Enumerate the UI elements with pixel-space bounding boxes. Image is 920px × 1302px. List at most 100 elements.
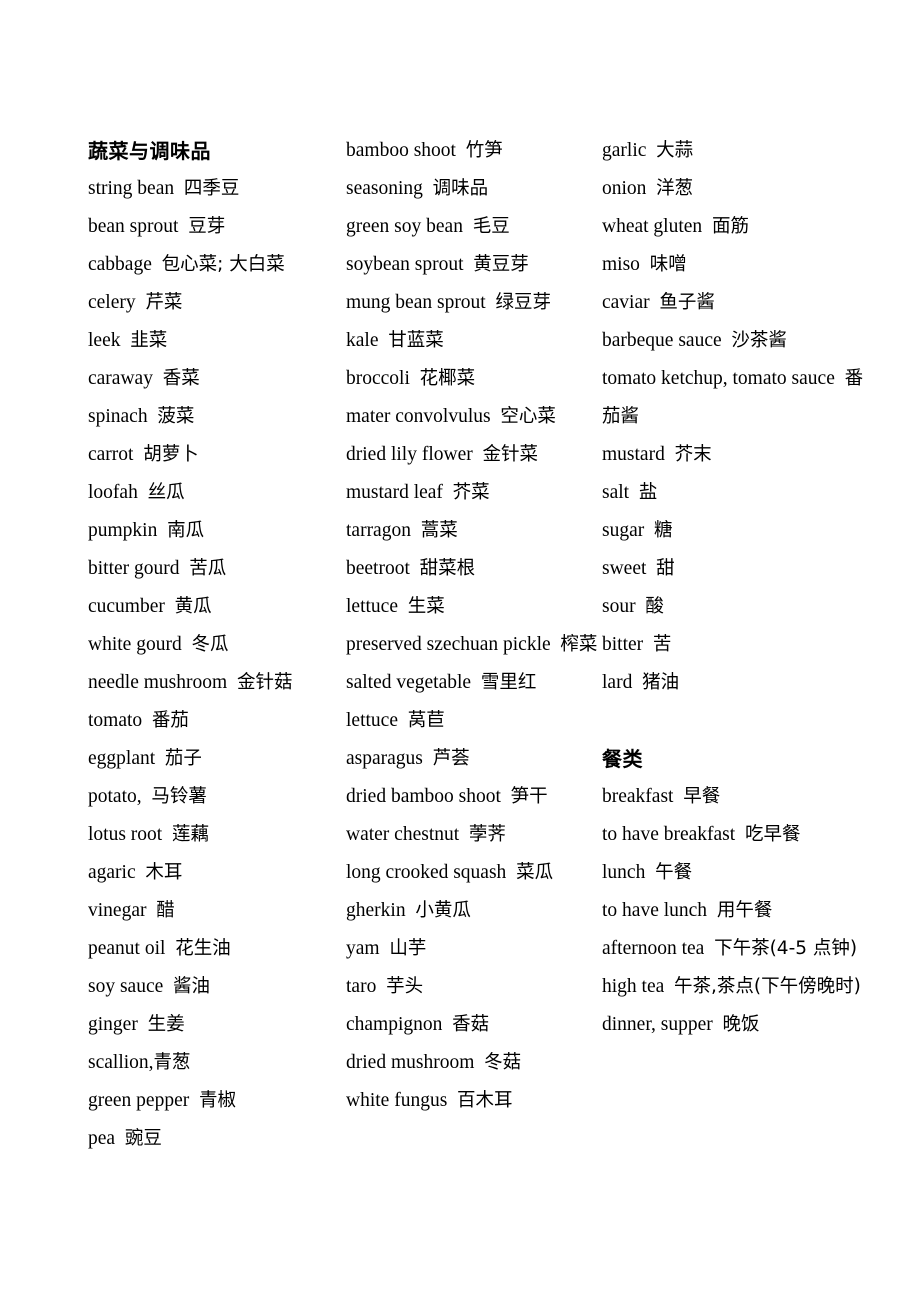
glossary-entry: dried bamboo shoot 笋干 bbox=[346, 778, 602, 816]
glossary-entry: carrot 胡萝卜 bbox=[88, 436, 346, 474]
glossary-entry: spinach 菠菜 bbox=[88, 398, 346, 436]
glossary-entry: lard 猪油 bbox=[602, 664, 868, 702]
glossary-entry: eggplant 茄子 bbox=[88, 740, 346, 778]
entry-term-english: soybean sprout bbox=[346, 254, 464, 275]
entry-term-chinese: 南瓜 bbox=[167, 520, 205, 541]
glossary-entry: scallion,青葱 bbox=[88, 1044, 346, 1082]
entry-term-chinese: 酸 bbox=[645, 596, 664, 617]
glossary-entry: caviar 鱼子酱 bbox=[602, 284, 868, 322]
entry-term-chinese: 用午餐 bbox=[716, 900, 773, 921]
entry-term-english: onion bbox=[602, 178, 647, 199]
glossary-entry: needle mushroom 金针菇 bbox=[88, 664, 346, 702]
entry-term-english: kale bbox=[346, 330, 379, 351]
entry-term-english: high tea bbox=[602, 976, 665, 997]
entry-term-chinese: 马铃薯 bbox=[151, 786, 207, 807]
entry-term-english: breakfast bbox=[602, 786, 674, 807]
glossary-entry: to have lunch 用午餐 bbox=[602, 892, 868, 930]
glossary-entry: taro 芋头 bbox=[346, 968, 602, 1006]
entry-term-chinese: 苦 bbox=[652, 634, 672, 655]
glossary-entry: kale 甘蓝菜 bbox=[346, 322, 602, 360]
glossary-entry: broccoli 花椰菜 bbox=[346, 360, 602, 398]
entry-term-chinese: 莴苣 bbox=[407, 710, 445, 731]
glossary-entry: ginger 生姜 bbox=[88, 1006, 346, 1044]
entry-term-english: pea bbox=[88, 1128, 116, 1149]
entry-term-english: sugar bbox=[602, 520, 645, 541]
entry-term-english: beetroot bbox=[346, 558, 410, 579]
entry-term-english: loofah bbox=[88, 482, 138, 503]
entry-term-english: salted vegetable bbox=[346, 672, 472, 693]
entry-term-english: champignon bbox=[346, 1014, 443, 1035]
entry-term-chinese: 菠菜 bbox=[157, 406, 195, 427]
glossary-entry: leek 韭菜 bbox=[88, 322, 346, 360]
entry-term-english: sour bbox=[602, 596, 636, 617]
entry-term-english: lettuce bbox=[346, 710, 398, 731]
entry-term-english: mustard bbox=[602, 444, 665, 465]
entry-term-chinese: 小黄瓜 bbox=[415, 900, 471, 921]
glossary-entry: tomato ketchup, tomato sauce 番茄酱 bbox=[602, 360, 868, 436]
glossary-entry: potato, 马铃薯 bbox=[88, 778, 346, 816]
glossary-entry: vinegar 醋 bbox=[88, 892, 346, 930]
entry-term-english: asparagus bbox=[346, 748, 423, 769]
entry-term-english: peanut oil bbox=[88, 938, 166, 959]
entry-term-chinese: 冬菇 bbox=[484, 1052, 522, 1073]
entry-term-chinese: 荸荠 bbox=[468, 824, 506, 845]
entry-term-english: bean sprout bbox=[88, 216, 179, 237]
glossary-entry: string bean 四季豆 bbox=[88, 170, 346, 208]
entry-term-chinese: 青椒 bbox=[198, 1090, 236, 1111]
glossary-entry: bitter 苦 bbox=[602, 626, 868, 664]
entry-term-english: salt bbox=[602, 482, 630, 503]
entry-term-chinese: 盐 bbox=[638, 482, 658, 503]
glossary-entry: loofah 丝瓜 bbox=[88, 474, 346, 512]
entry-term-chinese: 早餐 bbox=[683, 786, 721, 807]
entry-term-chinese: 糖 bbox=[654, 520, 673, 541]
glossary-entry: pea 豌豆 bbox=[88, 1120, 346, 1158]
glossary-entry: dried lily flower 金针菜 bbox=[346, 436, 602, 474]
entry-term-chinese: 芥菜 bbox=[452, 482, 490, 503]
entry-term-chinese: 甜 bbox=[656, 558, 675, 579]
entry-term-chinese: 莲藕 bbox=[171, 824, 209, 845]
glossary-column-3: garlic 大蒜 onion 洋葱 wheat gluten 面筋 miso 味噌 c… bbox=[602, 132, 868, 1044]
entry-term-chinese: 菜瓜 bbox=[516, 862, 554, 883]
entry-term-english: potato, bbox=[88, 786, 142, 807]
entry-term-english: tomato bbox=[88, 710, 143, 731]
entry-term-chinese: 韭菜 bbox=[130, 330, 168, 351]
entry-term-chinese: 芦荟 bbox=[432, 748, 470, 769]
glossary-entry: sour 酸 bbox=[602, 588, 868, 626]
glossary-entry: bean sprout 豆芽 bbox=[88, 208, 346, 246]
entry-term-chinese: 花生油 bbox=[175, 938, 231, 959]
entry-term-english: preserved szechuan pickle bbox=[346, 634, 551, 655]
glossary-entry: green soy bean 毛豆 bbox=[346, 208, 602, 246]
entry-term-english: broccoli bbox=[346, 368, 410, 389]
glossary-entry: mung bean sprout 绿豆芽 bbox=[346, 284, 602, 322]
entry-term-chinese: 大蒜 bbox=[656, 140, 694, 161]
glossary-entry: dinner, supper 晚饭 bbox=[602, 1006, 868, 1044]
entry-term-chinese: 酱油 bbox=[173, 976, 211, 997]
entry-term-chinese: 丝瓜 bbox=[147, 482, 185, 503]
entry-term-english: celery bbox=[88, 292, 136, 313]
glossary-entry: barbeque sauce 沙茶酱 bbox=[602, 322, 868, 360]
entry-term-english: carrot bbox=[88, 444, 134, 465]
glossary-column-2: bamboo shoot 竹笋 seasoning 调味品 green soy be… bbox=[346, 132, 602, 1120]
glossary-entry: beetroot 甜菜根 bbox=[346, 550, 602, 588]
entry-term-english: needle mushroom bbox=[88, 672, 228, 693]
entry-term-english: agaric bbox=[88, 862, 136, 883]
entry-term-english: to have lunch bbox=[602, 900, 708, 921]
glossary-entry: soy sauce 酱油 bbox=[88, 968, 346, 1006]
entry-term-chinese: 吃早餐 bbox=[744, 824, 801, 845]
entry-term-english: white fungus bbox=[346, 1090, 448, 1111]
entry-term-chinese: 芹菜 bbox=[145, 292, 183, 313]
entry-term-english: lettuce bbox=[346, 596, 398, 617]
entry-term-chinese: 空心菜 bbox=[500, 406, 556, 427]
glossary-entry: asparagus 芦荟 bbox=[346, 740, 602, 778]
glossary-entry: water chestnut 荸荠 bbox=[346, 816, 602, 854]
glossary-entry: salted vegetable 雪里红 bbox=[346, 664, 602, 702]
document-page: 蔬菜与调味品 string bean 四季豆 bean sprout 豆芽 cabba… bbox=[0, 0, 920, 1302]
entry-term-chinese: 晚饭 bbox=[722, 1014, 760, 1035]
entry-term-chinese: 生菜 bbox=[407, 596, 445, 617]
entry-term-english: mater convolvulus bbox=[346, 406, 491, 427]
glossary-entry: seasoning 调味品 bbox=[346, 170, 602, 208]
entry-term-english: dried lily flower bbox=[346, 444, 473, 465]
glossary-entry: dried mushroom 冬菇 bbox=[346, 1044, 602, 1082]
glossary-entry: soybean sprout 黄豆芽 bbox=[346, 246, 602, 284]
glossary-entry: lotus root 莲藕 bbox=[88, 816, 346, 854]
